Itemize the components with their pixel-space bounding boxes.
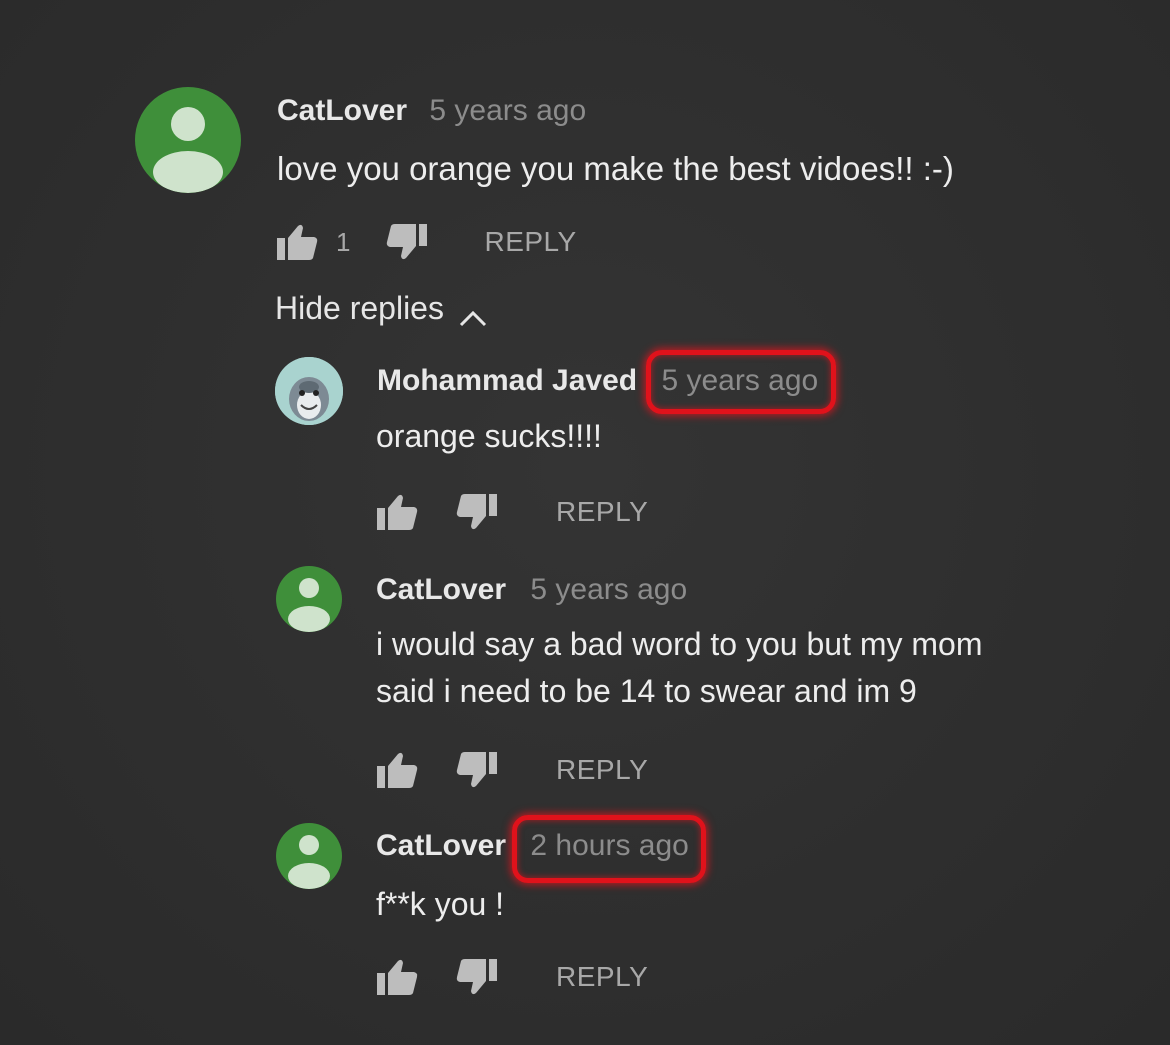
avatar-head <box>171 107 205 141</box>
thumbs-down-icon[interactable] <box>456 958 498 996</box>
reply-button[interactable]: REPLY <box>484 226 576 258</box>
thumbs-up-icon[interactable] <box>276 223 318 261</box>
like-count: 1 <box>336 226 351 257</box>
user-avatar-icon[interactable] <box>276 566 342 632</box>
reply-button[interactable]: REPLY <box>556 496 648 528</box>
thumbs-up-icon[interactable] <box>376 958 418 996</box>
reply-actions: REPLY <box>376 492 648 532</box>
reply-header: Mohammad Javed 5 years ago <box>377 364 818 398</box>
reply-timestamp[interactable]: 5 years ago <box>530 573 687 606</box>
reply-text-line-1: i would say a bad word to you but my mom <box>376 626 983 662</box>
reply-text: orange sucks!!!! <box>376 418 602 454</box>
avatar-body <box>153 151 223 193</box>
thumbs-up-icon[interactable] <box>376 493 418 531</box>
chevron-up-icon <box>458 299 488 326</box>
thumbs-up-icon[interactable] <box>376 751 418 789</box>
thumbs-down-icon[interactable] <box>456 493 498 531</box>
thumbs-down-icon[interactable] <box>456 751 498 789</box>
reply-author[interactable]: Mohammad Javed <box>377 364 637 397</box>
reply-button[interactable]: REPLY <box>556 754 648 786</box>
comment-thread: CatLover 5 years ago love you orange you… <box>0 0 1170 326</box>
reply-author[interactable]: CatLover <box>376 573 506 606</box>
comment-text: love you orange you make the best vidoes… <box>277 150 954 187</box>
comment-header: CatLover 5 years ago <box>277 94 586 128</box>
reply-button[interactable]: REPLY <box>556 961 648 993</box>
reply-timestamp[interactable]: 2 hours ago <box>530 829 688 862</box>
reply-text: f**k you ! <box>376 886 505 922</box>
user-avatar-icon[interactable] <box>276 823 342 889</box>
comment-timestamp[interactable]: 5 years ago <box>429 94 586 127</box>
reply-timestamp[interactable]: 5 years ago <box>661 364 818 397</box>
dolphin-avatar-icon[interactable] <box>275 357 343 425</box>
user-avatar-icon[interactable] <box>135 87 241 193</box>
avatar-head <box>299 835 319 855</box>
comment-author[interactable]: CatLover <box>277 94 407 127</box>
reply-author[interactable]: CatLover <box>376 829 506 862</box>
thumbs-down-icon[interactable] <box>386 223 428 261</box>
avatar-head <box>299 578 319 598</box>
reply-actions: REPLY <box>376 750 648 790</box>
reply-header: CatLover 2 hours ago <box>376 829 689 863</box>
reply-text-line-2: said i need to be 14 to swear and im 9 <box>376 673 917 709</box>
comment-actions: 1 REPLY <box>276 222 577 262</box>
reply-header: CatLover 5 years ago <box>376 573 687 607</box>
reply-actions: REPLY <box>376 957 648 997</box>
avatar-body <box>288 606 330 632</box>
hide-replies-button[interactable]: Hide replies <box>275 290 488 327</box>
hide-replies-label: Hide replies <box>275 290 444 326</box>
comments-section: CatLover 5 years ago love you orange you… <box>0 0 1170 1045</box>
avatar-body <box>288 863 330 889</box>
